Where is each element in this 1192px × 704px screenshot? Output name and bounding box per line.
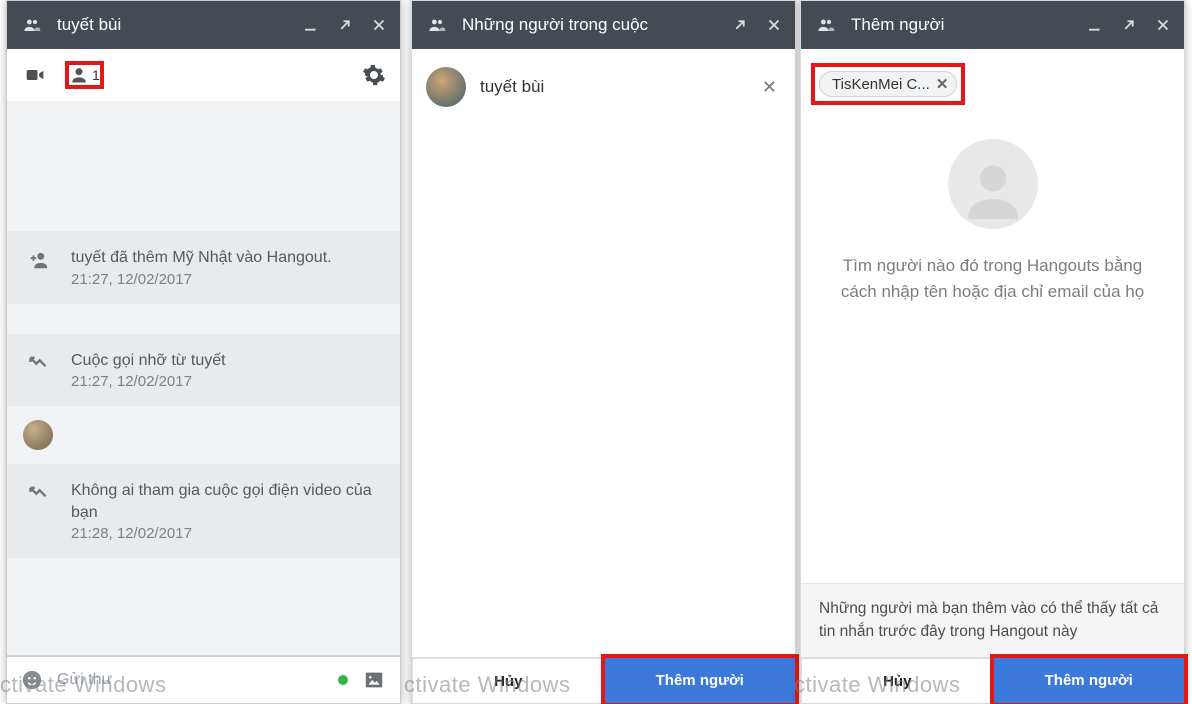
titlebar-actions (302, 16, 392, 34)
titlebar: tuyết bùi (7, 1, 400, 49)
people-icon (815, 16, 837, 34)
message-text: Không ai tham gia cuộc gọi điện video củ… (71, 480, 386, 523)
chip-remove-icon[interactable]: ✕ (936, 75, 949, 93)
missed-call-icon (23, 350, 53, 372)
chip-label: TisKenMei C... (832, 76, 930, 93)
titlebar: Thêm người (801, 1, 1184, 49)
close-button[interactable] (765, 16, 783, 34)
minimize-button[interactable] (302, 16, 320, 34)
footer-buttons: Hủy Thêm người (412, 657, 795, 703)
people-icon (21, 16, 43, 34)
info-message: Những người mà bạn thêm vào có thể thấy … (801, 583, 1184, 657)
avatar-icon (23, 420, 53, 450)
window-title: Thêm người (851, 15, 1086, 35)
avatar (426, 67, 466, 107)
people-window: Những người trong cuộc tuyết bùi ✕ Hủy T… (411, 0, 796, 704)
footer-buttons: Hủy Thêm người (801, 657, 1184, 703)
minimize-button[interactable] (1086, 16, 1104, 34)
add-user-icon (23, 247, 53, 271)
people-count: 1 (92, 67, 100, 83)
titlebar: Những người trong cuộc (412, 1, 795, 49)
missed-call-icon (23, 480, 53, 502)
message-list[interactable]: tuyết đã thêm Mỹ Nhật vào Hangout. 21:27… (7, 101, 400, 655)
titlebar-actions (731, 16, 787, 34)
photo-icon[interactable] (362, 669, 386, 691)
add-people-window: Thêm người TisKenMei C... ✕ Tìm người nà… (800, 0, 1185, 704)
highlighted-chip: TisKenMei C... ✕ (811, 63, 965, 105)
placeholder-text: Tìm người nào đó trong Hangouts bằng các… (801, 253, 1184, 304)
titlebar-actions (1086, 16, 1176, 34)
chat-title: tuyết bùi (57, 15, 302, 35)
status-dot-icon (338, 675, 348, 685)
message-composer (7, 655, 400, 703)
chat-window: tuyết bùi 1 tuyết đã (6, 0, 401, 704)
person-chip[interactable]: TisKenMei C... ✕ (819, 71, 957, 97)
message-text: tuyết đã thêm Mỹ Nhật vào Hangout. (71, 247, 386, 269)
message-timestamp: 21:27, 12/02/2017 (71, 373, 386, 390)
system-message: tuyết đã thêm Mỹ Nhật vào Hangout. 21:27… (7, 231, 400, 304)
people-icon (426, 16, 448, 34)
cancel-button[interactable]: Hủy (412, 658, 605, 703)
placeholder-avatar-icon (948, 139, 1038, 229)
person-name: tuyết bùi (480, 77, 744, 97)
cancel-button[interactable]: Hủy (801, 658, 994, 703)
empty-area (412, 125, 795, 657)
avatar-row (7, 406, 400, 464)
emoji-icon[interactable] (21, 669, 43, 691)
clear-icon[interactable]: ✕ (758, 73, 781, 102)
popout-button[interactable] (1120, 16, 1138, 34)
window-title: Những người trong cuộc (462, 15, 731, 35)
compose-input[interactable] (57, 671, 324, 689)
close-button[interactable] (370, 16, 388, 34)
add-people-button[interactable]: Thêm người (605, 658, 796, 703)
video-call-icon[interactable] (21, 65, 49, 85)
message-timestamp: 21:27, 12/02/2017 (71, 271, 386, 288)
placeholder-block: Tìm người nào đó trong Hangouts bằng các… (801, 109, 1184, 583)
message-text: Cuộc gọi nhỡ từ tuyết (71, 350, 386, 372)
system-message: Cuộc gọi nhỡ từ tuyết 21:27, 12/02/2017 (7, 334, 400, 407)
person-row: tuyết bùi ✕ (412, 49, 795, 125)
message-timestamp: 21:28, 12/02/2017 (71, 525, 386, 542)
system-message: Không ai tham gia cuộc gọi điện video củ… (7, 464, 400, 558)
people-count-button[interactable]: 1 (65, 61, 104, 89)
close-button[interactable] (1154, 16, 1172, 34)
chip-input-row[interactable]: TisKenMei C... ✕ (801, 49, 1184, 109)
popout-button[interactable] (731, 16, 749, 34)
chat-toolbar: 1 (7, 49, 400, 101)
popout-button[interactable] (336, 16, 354, 34)
add-people-button[interactable]: Thêm người (994, 658, 1185, 703)
gear-icon[interactable] (362, 63, 386, 87)
